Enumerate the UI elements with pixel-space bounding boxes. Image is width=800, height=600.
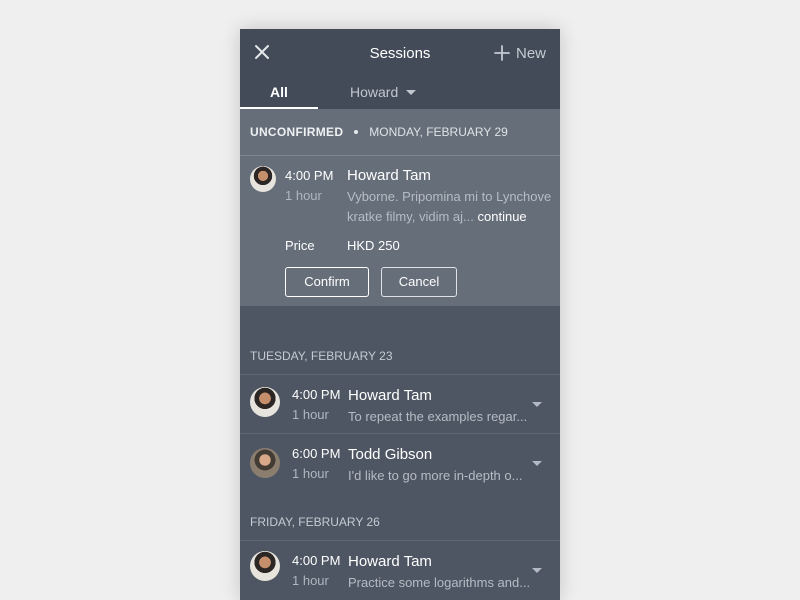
plus-icon bbox=[494, 45, 510, 61]
chevron-down-icon[interactable] bbox=[532, 402, 542, 407]
avatar bbox=[250, 166, 276, 192]
chevron-down-icon[interactable] bbox=[532, 461, 542, 466]
date-group-header: TUESDAY, FEBRUARY 23 bbox=[250, 349, 393, 363]
session-time: 4:00 PM bbox=[292, 387, 341, 402]
price-label: Price bbox=[285, 238, 315, 253]
session-row[interactable]: 4:00 PM 1 hour Howard Tam To repeat the … bbox=[240, 374, 560, 433]
session-message: Practice some logarithms and... bbox=[348, 575, 531, 590]
session-duration: 1 hour bbox=[285, 188, 322, 203]
continue-link[interactable]: continue bbox=[478, 209, 527, 224]
new-label: New bbox=[515, 44, 546, 62]
date-group-header: FRIDAY, FEBRUARY 26 bbox=[250, 515, 380, 529]
tab-user-filter[interactable]: Howard bbox=[350, 81, 417, 109]
unconfirmed-date: MONDAY, FEBRUARY 29 bbox=[369, 125, 508, 139]
session-message: To repeat the examples regar... bbox=[348, 409, 528, 424]
avatar bbox=[250, 387, 280, 417]
tab-user-label: Howard bbox=[350, 84, 399, 100]
session-duration: 1 hour bbox=[292, 573, 329, 588]
sessions-screen: Sessions New All Howard UNCONFIRMED MOND… bbox=[240, 29, 560, 600]
session-row[interactable]: 4:00 PM 1 hour Howard Tam Practice some … bbox=[240, 540, 560, 599]
app-header: Sessions New All Howard bbox=[240, 29, 560, 109]
session-message: I'd like to go more in-depth o... bbox=[348, 468, 523, 483]
session-time: 4:00 PM bbox=[285, 168, 334, 183]
price-value: HKD 250 bbox=[347, 238, 400, 253]
session-duration: 1 hour bbox=[292, 407, 329, 422]
session-time: 6:00 PM bbox=[292, 446, 341, 461]
unconfirmed-header: UNCONFIRMED MONDAY, FEBRUARY 29 bbox=[240, 109, 560, 156]
new-session-button[interactable]: New bbox=[494, 43, 546, 63]
separator-dot-icon bbox=[354, 130, 359, 134]
tab-all[interactable]: All bbox=[240, 81, 318, 109]
session-time: 4:00 PM bbox=[292, 553, 341, 568]
session-person: Todd Gibson bbox=[348, 446, 433, 463]
avatar bbox=[250, 551, 280, 581]
session-person: Howard Tam bbox=[348, 387, 432, 404]
session-person: Howard Tam bbox=[347, 167, 431, 184]
avatar bbox=[250, 448, 280, 478]
session-duration: 1 hour bbox=[292, 466, 329, 481]
session-row[interactable]: 6:00 PM 1 hour Todd Gibson I'd like to g… bbox=[240, 433, 560, 492]
caret-down-icon bbox=[406, 90, 417, 95]
confirm-button[interactable]: Confirm bbox=[285, 267, 369, 297]
cancel-button[interactable]: Cancel bbox=[381, 267, 457, 297]
status-label: UNCONFIRMED bbox=[250, 125, 344, 139]
chevron-down-icon[interactable] bbox=[532, 568, 542, 573]
session-person: Howard Tam bbox=[348, 553, 432, 570]
session-message: Vyborne. Pripomina mi to Lynchove kratke… bbox=[347, 187, 552, 227]
unconfirmed-session-card: UNCONFIRMED MONDAY, FEBRUARY 29 4:00 PM … bbox=[240, 109, 560, 306]
